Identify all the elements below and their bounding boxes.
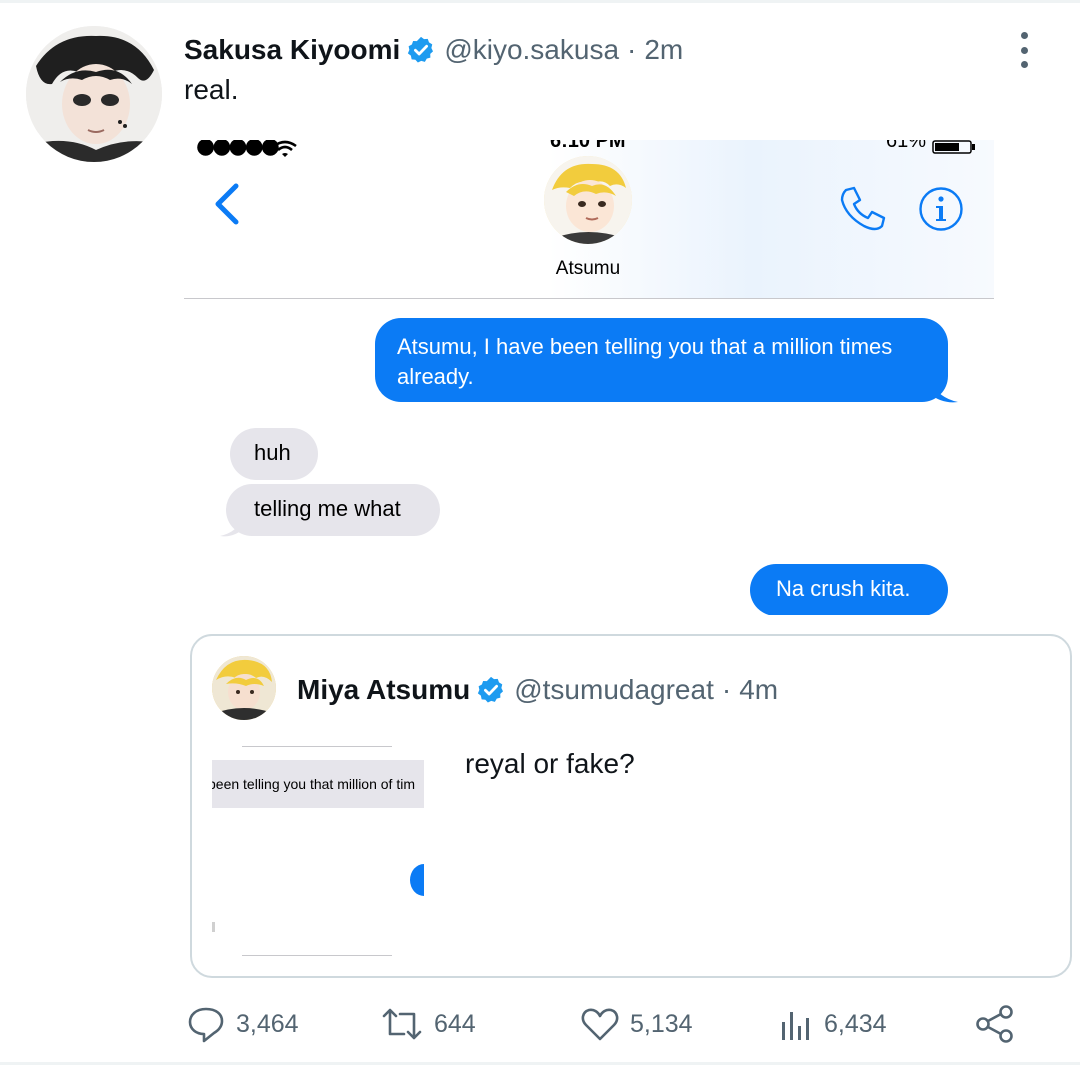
views-button[interactable]: 6,434 [778,1000,887,1048]
quoted-tweet-media-thumbnail[interactable]: been telling you that million of tim [212,746,424,958]
top-divider [0,0,1080,3]
contact-name[interactable]: Atsumu [514,258,662,280]
share-icon [976,1005,1013,1043]
reply-button[interactable]: 3,464 [186,1000,299,1048]
thumbnail-message-bubble: been telling you that million of tim [212,760,424,808]
tweet-timestamp[interactable]: 2m [644,34,683,66]
tweet-page: Sakusa Kiyoomi @kiyo.sakusa · 2m real. ●… [0,0,1080,1065]
tweet-header: Sakusa Kiyoomi @kiyo.sakusa · 2m [184,30,683,70]
quoted-tweet-timestamp[interactable]: 4m [739,674,778,706]
like-count: 5,134 [630,1009,693,1038]
thumbnail-divider [242,955,392,956]
share-button[interactable] [974,1000,1016,1048]
tweet-media-screenshot[interactable]: ●●●●● 6:10 PM 61% Atsumu Atsumu, I have … [184,140,994,615]
back-chevron-icon[interactable] [212,182,242,226]
retweet-button[interactable]: 644 [380,1000,476,1048]
author-avatar[interactable] [26,26,162,162]
thumbnail-divider [242,746,392,747]
phone-call-icon[interactable] [836,184,886,234]
message-bubble-received: telling me what [226,484,440,536]
quoted-author-avatar[interactable] [212,656,276,720]
quoted-tweet-text: reyal or fake? [465,748,635,779]
thumbnail-message-text: been telling you that million of tim [212,776,415,792]
message-bubble-sent: Na crush kita. [750,564,948,615]
thumbnail-blue-bubble-edge [410,864,424,896]
retweet-icon [382,1008,422,1040]
status-time: 6:10 PM [550,140,626,152]
message-bubble-sent: Atsumu, I have been telling you that a m… [375,318,948,402]
verified-badge-icon [406,35,436,65]
contact-avatar[interactable] [544,156,632,244]
tweet-text: real. [184,74,239,105]
reply-icon [188,1007,224,1043]
reply-count: 3,464 [236,1009,299,1038]
signal-strength-icon: ●●●●● [196,140,280,159]
views-chart-icon [782,1012,809,1040]
retweet-count: 644 [434,1009,476,1038]
quoted-tweet-header: Miya Atsumu @tsumudagreat · 4m [297,670,778,710]
imessage-divider [184,298,994,299]
more-vertical-icon[interactable] [1012,32,1036,68]
views-count: 6,434 [824,1009,887,1038]
like-button[interactable]: 5,134 [580,1000,693,1048]
separator-dot: · [721,674,732,705]
thumbnail-mark [212,922,215,932]
battery-percent: 61% [886,140,927,152]
message-bubble-received: huh [230,428,318,480]
wifi-icon [273,140,297,157]
quoted-author-name[interactable]: Miya Atsumu [297,674,470,706]
verified-badge-icon [476,675,506,705]
quoted-author-handle[interactable]: @tsumudagreat [514,674,714,706]
tweet-action-bar: 3,464 644 5,134 6,434 [0,1000,1080,1048]
bubble-tail-left [220,516,244,537]
heart-icon [581,1008,619,1041]
separator-dot: · [627,34,637,65]
info-icon[interactable] [918,186,964,232]
author-name[interactable]: Sakusa Kiyoomi [184,34,400,66]
bubble-tail-right [930,380,958,403]
author-handle[interactable]: @kiyo.sakusa [444,34,619,66]
battery-icon [932,140,975,154]
